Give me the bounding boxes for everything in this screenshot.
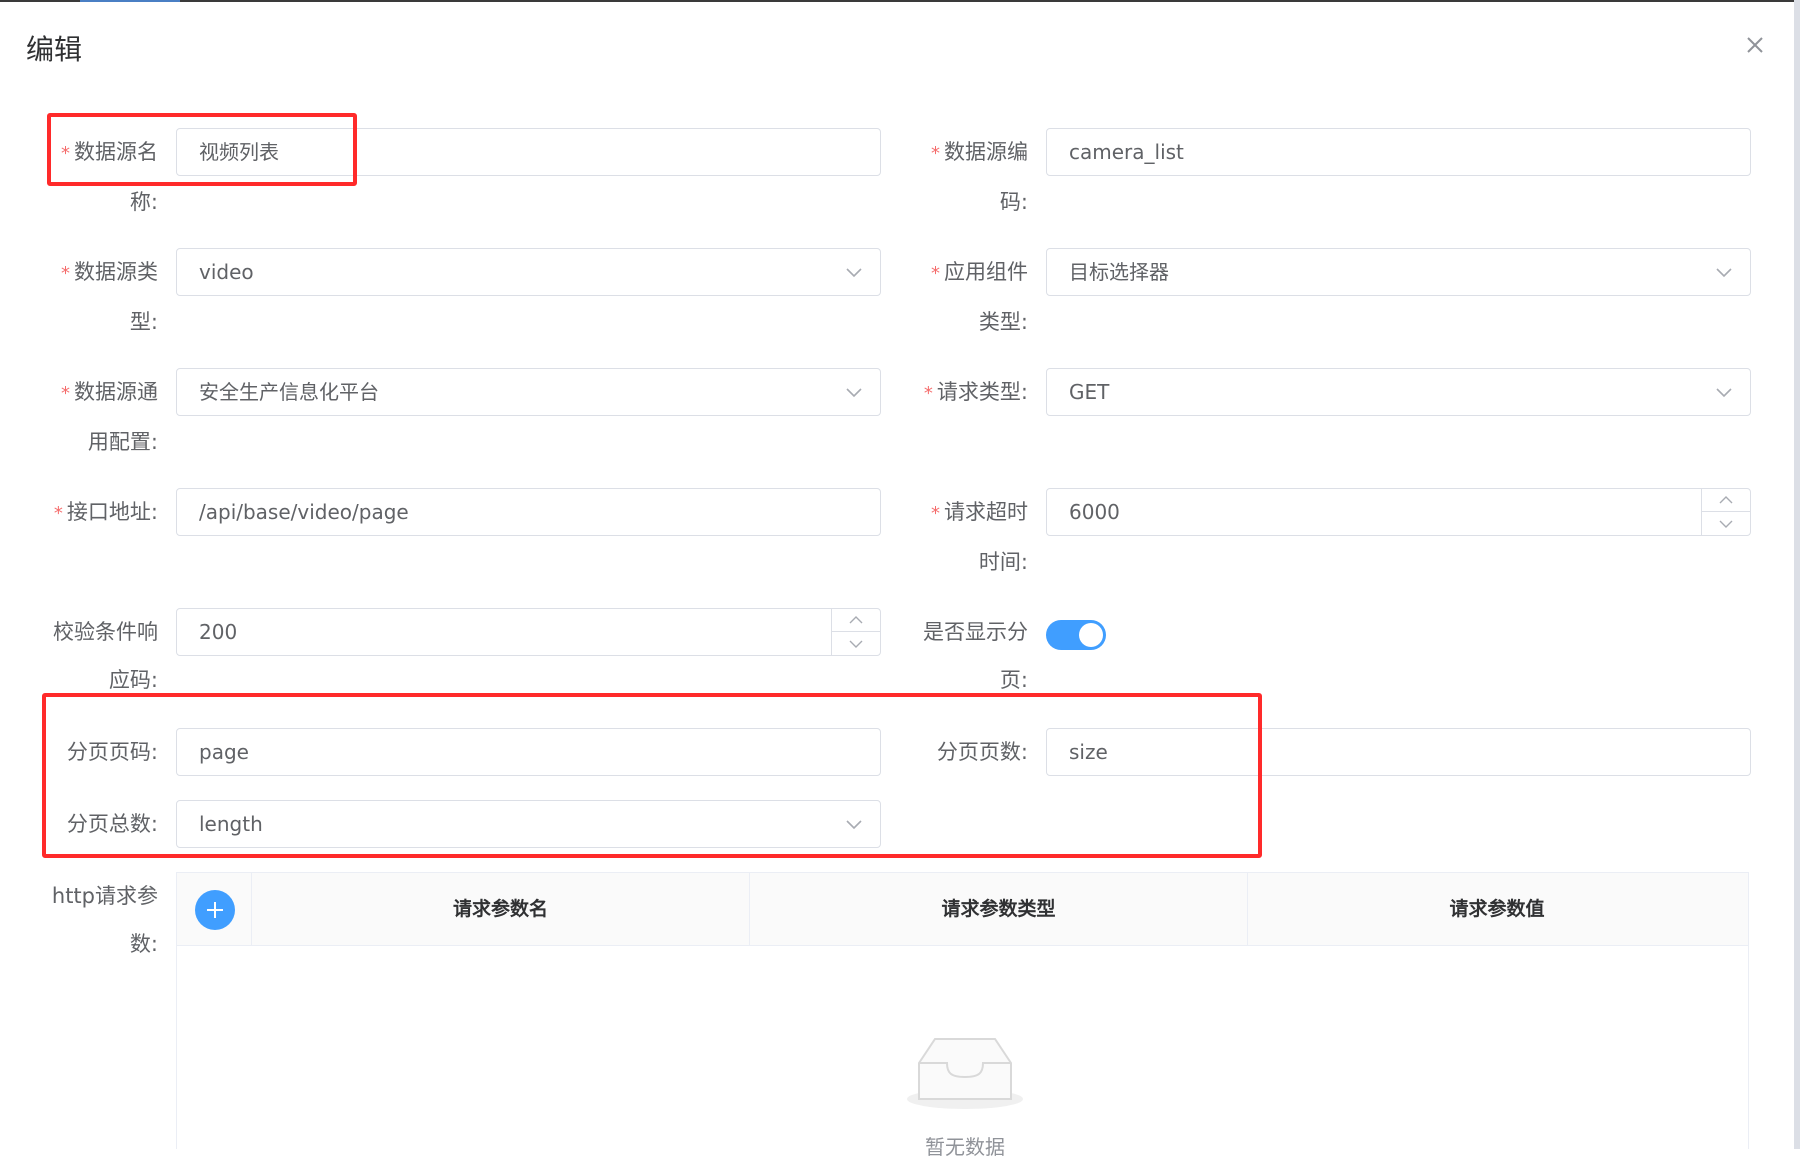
column-header-param-value: 请求参数值 [1247,873,1746,945]
column-header-param-name: 请求参数名 [251,873,749,945]
chevron-down-icon [846,388,862,398]
chevron-down-icon [1716,388,1732,398]
timeout-stepper[interactable] [1701,489,1750,535]
general-config-label: * 数据源通 用配置: [61,380,158,454]
show-pagination-switch[interactable] [1046,620,1106,650]
http-params-label: http请求参 数: [51,884,158,956]
code-input[interactable]: camera_list [1046,128,1751,176]
column-header-param-type: 请求参数类型 [749,873,1247,945]
component-type-select[interactable]: 目标选择器 [1046,248,1751,296]
empty-box-icon [907,1038,1023,1109]
top-edge-accent [80,0,180,2]
decrement-button[interactable] [832,632,880,655]
chevron-down-icon [1716,268,1732,278]
type-select[interactable]: video [176,248,881,296]
request-type-label: * 请求类型: [923,380,1028,404]
show-pagination-label: 是否显示分 页: [923,620,1028,692]
timeout-number-input[interactable]: 6000 [1046,488,1751,536]
decrement-button[interactable] [1702,512,1750,535]
check-code-label: 校验条件响 应码: [53,620,158,692]
chevron-up-icon [1719,496,1733,504]
top-edge [0,0,1800,2]
code-label: * 数据源编 码: [931,140,1028,214]
plus-icon [207,902,223,918]
close-icon [1747,37,1763,53]
check-code-stepper[interactable] [831,609,880,655]
request-type-select[interactable]: GET [1046,368,1751,416]
dialog-title: 编辑 [26,33,83,66]
chevron-down-icon [846,268,862,278]
highlight-box-pagination [42,693,1262,858]
type-label: * 数据源类 型: [61,260,158,334]
api-url-input[interactable]: /api/base/video/page [176,488,881,536]
check-code-number-input[interactable]: 200 [176,608,881,656]
chevron-down-icon [1719,520,1733,528]
empty-text: 暂无数据 [925,1135,1005,1159]
increment-button[interactable] [832,609,880,632]
timeout-label: * 请求超时 时间: [931,500,1028,574]
close-button[interactable] [1740,30,1770,60]
highlight-box-name [47,113,357,186]
add-param-button[interactable] [195,890,235,930]
switch-knob [1079,623,1103,647]
params-table-header: 请求参数名 请求参数类型 请求参数值 [177,873,1748,946]
chevron-down-icon [849,640,863,648]
params-table: 请求参数名 请求参数类型 请求参数值 暂无数据 [176,872,1749,1159]
api-url-label: * 接口地址: [53,500,158,524]
right-scroll-edge [1794,0,1800,1149]
component-type-label: * 应用组件 类型: [931,260,1028,334]
general-config-select[interactable]: 安全生产信息化平台 [176,368,881,416]
chevron-up-icon [849,616,863,624]
increment-button[interactable] [1702,489,1750,512]
